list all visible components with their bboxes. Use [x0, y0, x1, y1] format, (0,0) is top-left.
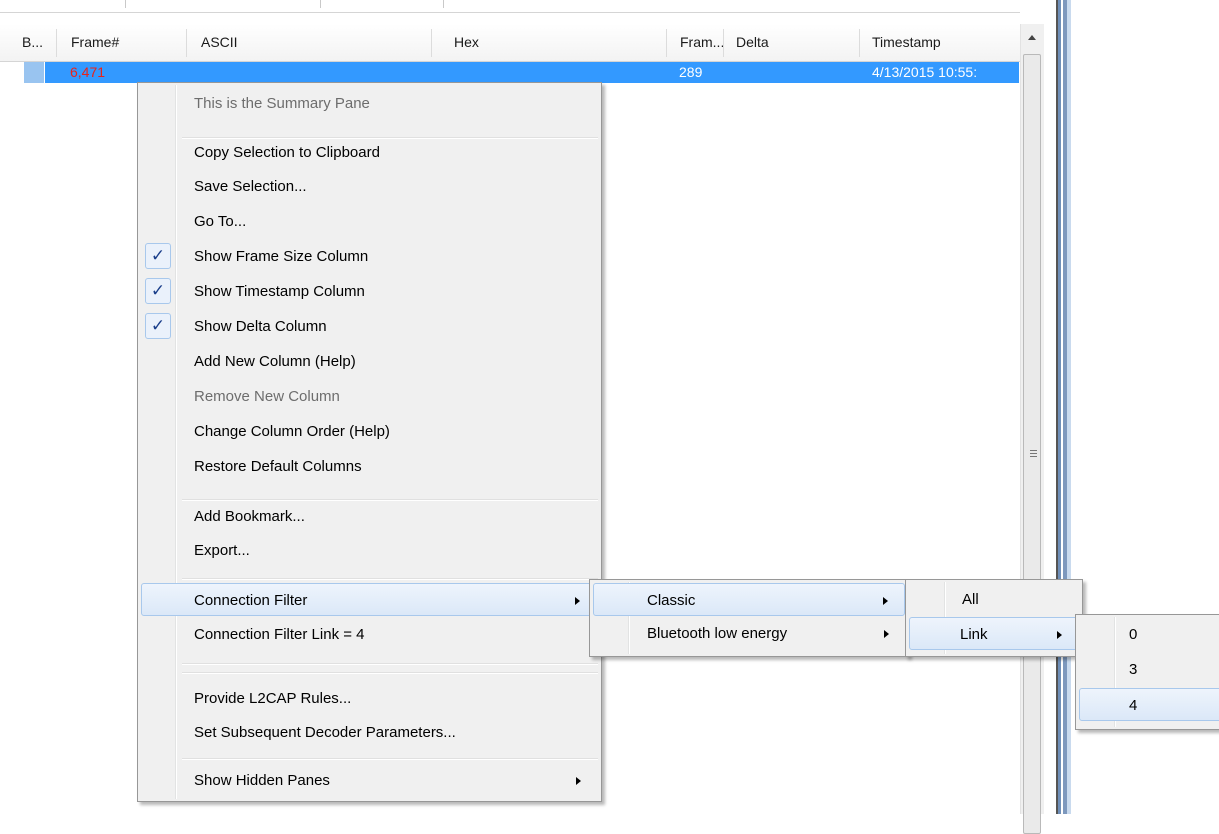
column-divider	[125, 0, 126, 8]
column-header-bar: B... Frame# ASCII Hex Fram... Delta Time…	[0, 24, 1020, 62]
vertical-scrollbar[interactable]	[1020, 24, 1045, 834]
menu-item-connection-filter[interactable]: Connection Filter	[141, 583, 598, 616]
checkmark-icon: ✓	[145, 278, 171, 304]
menu-item-export[interactable]: Export...	[141, 534, 598, 567]
column-header-ascii[interactable]: ASCII	[187, 24, 432, 61]
menu-item-classic[interactable]: Classic	[593, 583, 905, 616]
pane-splitter[interactable]	[1044, 0, 1061, 814]
menu-item-save-selection[interactable]: Save Selection...	[141, 170, 598, 203]
link-submenu: 0 3 4	[1075, 614, 1219, 730]
checkmark-icon: ✓	[145, 313, 171, 339]
menu-item-link-4[interactable]: 4	[1079, 688, 1219, 721]
menu-item-bluetooth-low-energy[interactable]: Bluetooth low energy	[593, 617, 905, 650]
menu-separator	[182, 578, 598, 580]
menu-item-go-to[interactable]: Go To...	[141, 205, 598, 238]
column-header-hex[interactable]: Hex	[432, 24, 667, 61]
menu-item-show-timestamp-column[interactable]: ✓ Show Timestamp Column	[141, 275, 598, 308]
top-pane-edge	[0, 0, 1020, 13]
menu-separator	[182, 758, 598, 760]
menu-item-add-bookmark[interactable]: Add Bookmark...	[141, 500, 598, 533]
checkmark-icon: ✓	[145, 243, 171, 269]
menu-item-show-hidden-panes[interactable]: Show Hidden Panes	[141, 764, 598, 797]
menu-separator	[182, 663, 598, 665]
submenu-arrow-icon	[575, 597, 580, 605]
submenu-arrow-icon	[576, 777, 581, 785]
timestamp-cell: 4/13/2015 10:55:	[872, 64, 978, 80]
column-divider	[443, 0, 444, 8]
submenu-arrow-icon	[883, 597, 888, 605]
scroll-up-arrow-icon[interactable]	[1028, 35, 1036, 40]
classic-submenu: All Link	[905, 579, 1083, 657]
frame-size-cell: 289	[679, 64, 703, 80]
window-border	[1067, 0, 1071, 814]
menu-item-link[interactable]: Link	[909, 617, 1079, 650]
column-header-timestamp[interactable]: Timestamp	[860, 24, 1020, 61]
context-menu: This is the Summary Pane Copy Selection …	[137, 82, 602, 802]
menu-item-show-frame-size-column[interactable]: ✓ Show Frame Size Column	[141, 240, 598, 273]
column-header-frame-number[interactable]: Frame#	[57, 24, 187, 61]
scrollbar-thumb[interactable]	[1023, 54, 1041, 834]
column-header-delta[interactable]: Delta	[724, 24, 860, 61]
connection-filter-submenu: Classic Bluetooth low energy	[589, 579, 909, 657]
menu-item-connection-filter-link[interactable]: Connection Filter Link = 4	[141, 618, 598, 651]
menu-item-change-column-order[interactable]: Change Column Order (Help)	[141, 415, 598, 448]
menu-item-provide-l2cap-rules[interactable]: Provide L2CAP Rules...	[141, 682, 598, 715]
menu-item-show-delta-column[interactable]: ✓ Show Delta Column	[141, 310, 598, 343]
submenu-arrow-icon	[1057, 631, 1062, 639]
menu-item-all[interactable]: All	[909, 583, 1079, 616]
menu-item-link-0[interactable]: 0	[1079, 618, 1219, 651]
menu-item-remove-new-column: Remove New Column	[194, 388, 340, 405]
menu-item-set-decoder-parameters[interactable]: Set Subsequent Decoder Parameters...	[141, 716, 598, 749]
menu-separator	[182, 672, 598, 674]
column-header-frame-size[interactable]: Fram...	[667, 24, 724, 61]
column-header-bookmark[interactable]: B...	[0, 24, 57, 61]
frame-number-cell: 6,471	[70, 64, 106, 80]
bookmark-cell[interactable]	[24, 62, 44, 83]
grip-icon	[1030, 450, 1037, 460]
menu-item-add-new-column[interactable]: Add New Column (Help)	[141, 345, 598, 378]
menu-item-link-3[interactable]: 3	[1079, 653, 1219, 686]
menu-item-restore-default-columns[interactable]: Restore Default Columns	[141, 450, 598, 483]
submenu-arrow-icon	[884, 630, 889, 638]
column-divider	[320, 0, 321, 8]
menu-item-copy-selection[interactable]: Copy Selection to Clipboard	[141, 136, 598, 169]
menu-item-summary-pane: This is the Summary Pane	[194, 95, 370, 112]
